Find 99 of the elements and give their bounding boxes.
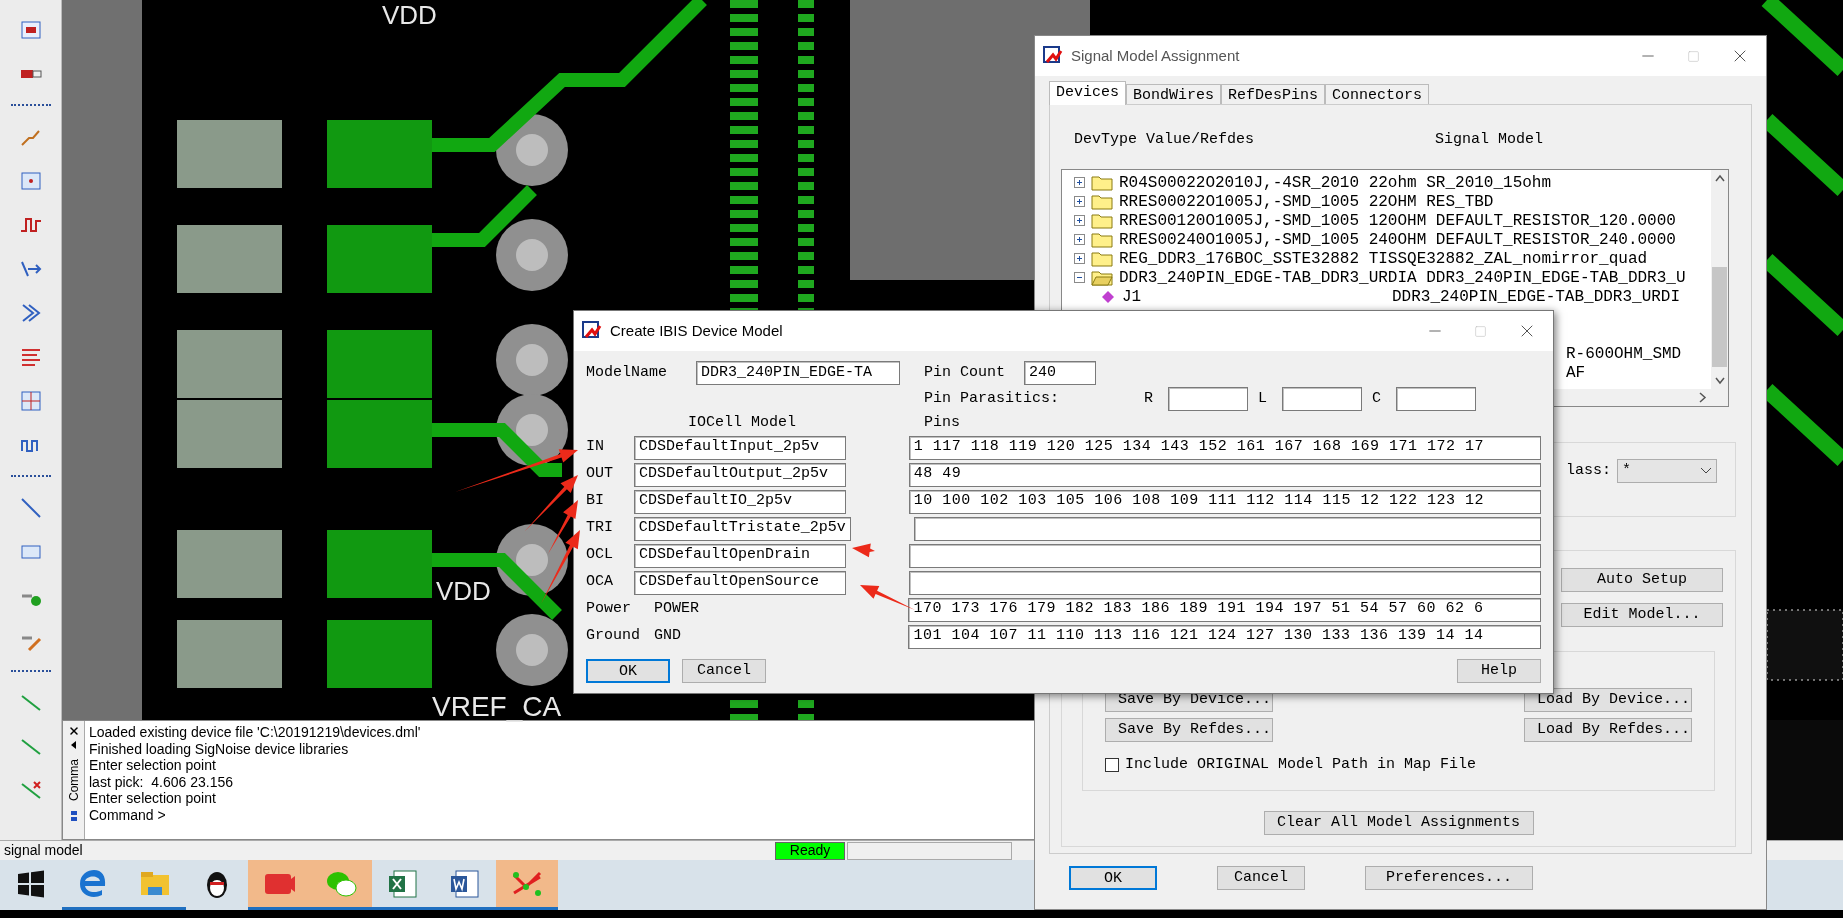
checkbox[interactable] — [1105, 757, 1119, 772]
dialog-button[interactable]: Auto Setup — [1561, 568, 1723, 592]
supply-model: POWER — [653, 599, 700, 620]
buffer-label: IN — [586, 437, 605, 458]
close-icon[interactable] — [67, 725, 80, 737]
component-icon[interactable] — [18, 18, 43, 42]
diamond-icon — [1102, 290, 1114, 303]
dialog-button[interactable]: Cancel — [1217, 866, 1305, 890]
field-label: Pin Parasitics: — [924, 388, 1061, 409]
pcb-label: VDD — [436, 575, 491, 608]
dialog-button[interactable]: Load By Device... — [1524, 687, 1692, 712]
pins-field[interactable]: 10 100 102 103 105 106 108 109 111 112 114 115 12 122 123 12 — [908, 489, 1541, 514]
field-label: C — [1372, 388, 1382, 409]
app-logo-icon — [1043, 46, 1063, 66]
folder-icon — [1091, 193, 1113, 210]
folder-icon — [1091, 250, 1113, 267]
field-label: Pin Count — [924, 362, 1006, 383]
collapse-toggle-icon[interactable] — [1074, 272, 1085, 283]
buffer-label: OCA — [586, 572, 614, 593]
line-icon[interactable] — [18, 496, 43, 520]
iocell-model-field[interactable]: CDSDefaultOutput_2p5v — [634, 462, 846, 487]
collapse-arrow-icon[interactable] — [69, 741, 78, 749]
annotation-arrow — [852, 543, 875, 558]
tab[interactable]: Devices — [1049, 81, 1126, 105]
expand-toggle-icon[interactable] — [1074, 215, 1085, 226]
console-line: Enter selection point — [89, 757, 217, 774]
pins-field[interactable] — [908, 570, 1541, 595]
console-line: Enter selection point — [89, 790, 217, 807]
iocell-model-field[interactable]: CDSDefaultOpenDrain — [634, 543, 846, 568]
iocell-model-field[interactable]: CDSDefaultIO_2p5v — [634, 489, 846, 514]
default-button[interactable]: OK — [1069, 866, 1157, 890]
iocell-model-field[interactable]: CDSDefaultOpenSource — [634, 570, 846, 595]
pin-icon[interactable] — [69, 811, 78, 821]
expand-toggle-icon[interactable] — [1074, 253, 1085, 264]
folder-icon — [1091, 212, 1113, 229]
dialog-button[interactable]: Edit Model... — [1561, 603, 1723, 627]
pcb-label: VDD — [382, 0, 437, 32]
board-icon[interactable] — [18, 169, 43, 193]
supply-model: GND — [653, 626, 682, 647]
expand-toggle-icon[interactable] — [1074, 177, 1085, 188]
pins-field[interactable] — [913, 516, 1541, 541]
window-title: Create IBIS Device Model — [610, 320, 783, 341]
status-message: signal model — [3, 841, 84, 860]
window-title: Signal Model Assignment — [1071, 45, 1240, 66]
pins-field[interactable] — [908, 543, 1541, 568]
vertical-scrollbar[interactable] — [1711, 170, 1728, 389]
tab[interactable]: BondWires — [1126, 84, 1222, 105]
field-label: L — [1258, 388, 1268, 409]
folder-icon — [1091, 231, 1113, 248]
checkbox-label[interactable]: Include ORIGINAL Model Path in Map File — [1125, 753, 1477, 776]
pin-count-field[interactable]: 240 — [1024, 361, 1096, 385]
field-label: ModelName — [586, 362, 668, 383]
field-label: R — [1144, 388, 1154, 409]
class-label: lass: — [1566, 461, 1611, 481]
console-line: last pick: 4.606 23.156 — [89, 773, 234, 790]
supply-label: Ground — [586, 626, 641, 647]
buffer-label: OUT — [586, 464, 614, 485]
console-line: Loaded existing device file 'C:\20191219\devices.dml' — [89, 724, 421, 741]
parasitic-field[interactable] — [1282, 387, 1362, 411]
annotation-arrow — [860, 585, 915, 610]
supply-label: Power — [586, 599, 632, 620]
dialog-button[interactable]: Help — [1457, 659, 1541, 683]
pcb-label: VREF_CA — [432, 690, 562, 724]
grid-icon[interactable] — [18, 389, 43, 413]
status-indicator: Ready — [775, 841, 845, 860]
parasitic-field[interactable] — [1168, 387, 1248, 411]
dialog-button[interactable]: Cancel — [682, 659, 766, 683]
pins-field[interactable]: 101 104 107 11 110 113 116 121 124 127 130 133 136 139 14 14 — [908, 624, 1541, 649]
model-name-field[interactable]: DDR3_240PIN_EDGE-TA — [696, 361, 900, 385]
parasitic-field[interactable] — [1396, 387, 1476, 411]
console-line: Command > — [89, 806, 167, 823]
dialog-button[interactable]: Load By Refdes... — [1524, 717, 1692, 742]
app-logo-icon — [582, 321, 602, 341]
pins-field[interactable]: 170 173 176 179 182 183 186 189 191 194 197 51 54 57 60 62 6 — [908, 597, 1541, 622]
folder-icon — [1091, 174, 1113, 191]
pins-field[interactable]: 1 117 118 119 120 125 134 143 152 161 167 168 169 171 172 17 — [908, 435, 1541, 460]
iocell-model-field[interactable]: CDSDefaultInput_2p5v — [634, 435, 846, 460]
dialog-button[interactable]: Preferences... — [1365, 866, 1533, 890]
iocell-model-field[interactable]: CDSDefaultTristate_2p5v — [633, 516, 851, 541]
pins-field[interactable]: 48 49 — [908, 462, 1541, 487]
class-dropdown[interactable]: * — [1617, 459, 1717, 483]
buffer-label: BI — [586, 491, 605, 512]
tab[interactable]: Connectors — [1325, 84, 1430, 105]
column-header: Pins — [924, 412, 960, 433]
expand-toggle-icon[interactable] — [1074, 196, 1085, 207]
expand-toggle-icon[interactable] — [1074, 234, 1085, 245]
tab[interactable]: RefDesPins — [1221, 84, 1326, 105]
buffer-label: OCL — [586, 545, 614, 566]
column-header: DevType Value/Refdes — [1074, 130, 1256, 150]
column-header: IOCell Model — [688, 412, 798, 433]
default-button[interactable]: OK — [586, 659, 670, 683]
chevron-down-icon — [1700, 467, 1712, 475]
open-folder-icon — [1091, 269, 1113, 286]
console-line: Finished loading SigNoise device libraries — [89, 740, 350, 757]
dialog-button[interactable]: Save By Refdes... — [1105, 717, 1273, 742]
buffer-label: TRI — [586, 518, 614, 539]
scrollbar-thumb[interactable] — [1712, 267, 1727, 367]
dialog-button[interactable]: Clear All Model Assignments — [1263, 811, 1534, 835]
column-header: Signal Model — [1435, 130, 1544, 150]
